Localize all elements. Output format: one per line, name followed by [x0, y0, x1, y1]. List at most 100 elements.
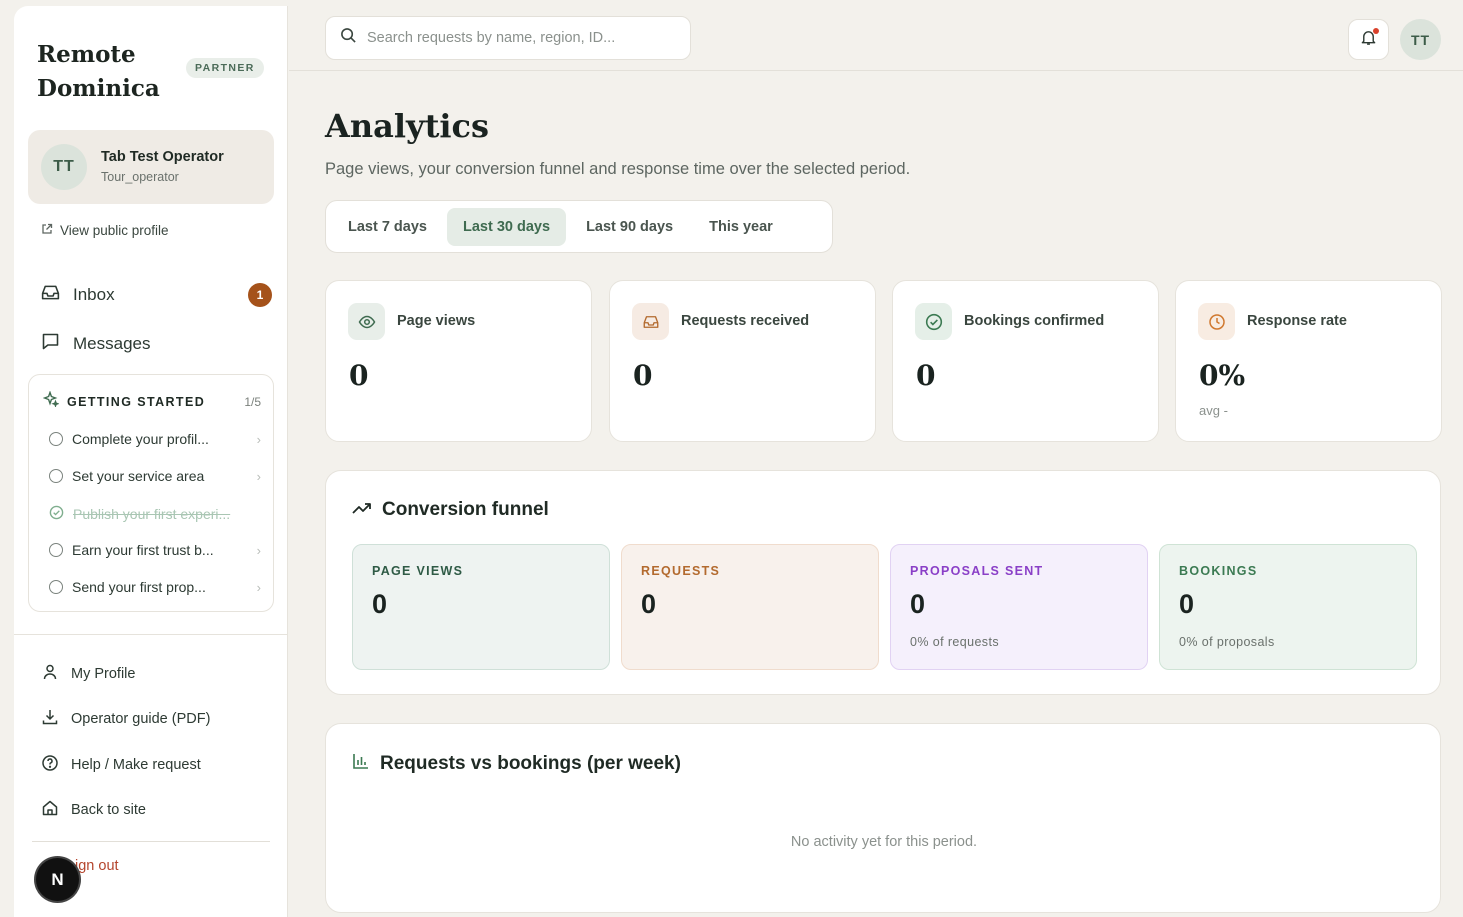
checklist-item-label: Earn your first trust b...	[72, 542, 214, 558]
empty-circle-icon	[49, 432, 63, 446]
getting-started-header[interactable]: GETTING STARTED 1/5	[42, 390, 261, 412]
funnel-value: 0	[910, 589, 926, 619]
funnel-note: 0% of requests	[910, 635, 999, 649]
search-box[interactable]	[325, 16, 691, 60]
empty-circle-icon	[49, 580, 63, 594]
sidebar-divider	[32, 841, 270, 842]
message-icon	[40, 331, 61, 357]
getting-started-checklist: GETTING STARTED 1/5 Complete your profil…	[28, 374, 274, 612]
sidebar-divider	[14, 634, 288, 635]
user-name: Tab Test Operator	[101, 149, 224, 165]
stat-value: 0	[349, 359, 369, 392]
avatar: TT	[41, 144, 87, 190]
funnel-label: PAGE VIEWS	[372, 564, 464, 578]
external-link-icon	[41, 223, 53, 238]
top-bar: TT	[289, 6, 1463, 71]
empty-circle-icon	[49, 469, 63, 483]
sidebar-item-my-profile[interactable]: My Profile	[41, 663, 135, 685]
help-circle-icon	[41, 754, 59, 776]
chevron-right-icon: ›	[256, 431, 261, 447]
funnel-value: 0	[1179, 589, 1195, 619]
stat-label: Bookings confirmed	[964, 313, 1105, 329]
chevron-right-icon: ›	[256, 579, 261, 595]
view-public-profile-link[interactable]: View public profile	[41, 223, 169, 238]
user-card[interactable]: TT Tab Test Operator Tour_operator	[28, 130, 274, 204]
tab-this-year[interactable]: This year	[693, 208, 789, 246]
brand-logo[interactable]: Remote Dominica	[37, 38, 160, 106]
conversion-funnel-panel: Conversion funnel PAGE VIEWS 0 REQUESTS …	[325, 470, 1441, 695]
stat-card-bookings-confirmed: Bookings confirmed 0	[892, 280, 1159, 442]
inbox-icon	[40, 282, 61, 308]
panel-title: Requests vs bookings (per week)	[352, 752, 681, 776]
user-icon	[41, 663, 59, 685]
inbox-icon	[632, 303, 669, 340]
search-icon	[340, 27, 357, 49]
stat-value: 0	[633, 359, 653, 392]
tab-last-90-days[interactable]: Last 90 days	[570, 208, 689, 246]
trending-up-icon	[352, 499, 372, 521]
sidebar-item-label: Messages	[73, 334, 151, 353]
checklist-item-trust-badge[interactable]: Earn your first trust b... ›	[49, 542, 261, 558]
empty-state-message: No activity yet for this period.	[790, 834, 978, 850]
stat-label: Requests received	[681, 313, 810, 329]
sidebar-item-back-to-site[interactable]: Back to site	[41, 799, 146, 821]
avatar[interactable]: TT	[1400, 19, 1441, 60]
bar-chart-icon	[352, 752, 370, 776]
partner-badge: PARTNER	[186, 58, 264, 78]
checklist-item-label: Send your first prop...	[72, 579, 206, 595]
check-circle-icon	[915, 303, 952, 340]
sidebar-item-label: Help / Make request	[71, 757, 201, 773]
download-icon	[41, 708, 59, 730]
brand-line-2: Dominica	[37, 75, 160, 102]
stat-label: Response rate	[1247, 313, 1347, 329]
tab-last-30-days[interactable]: Last 30 days	[447, 207, 567, 246]
checklist-item-service-area[interactable]: Set your service area ›	[49, 468, 261, 484]
sidebar-item-inbox[interactable]: Inbox 1	[40, 282, 272, 308]
funnel-label: PROPOSALS SENT	[910, 564, 1044, 578]
chevron-right-icon: ›	[256, 542, 261, 558]
sidebar-item-label: Back to site	[71, 802, 146, 818]
checklist-item-complete-profile[interactable]: Complete your profil... ›	[49, 431, 261, 447]
funnel-step-proposals-sent: PROPOSALS SENT 0 0% of requests	[890, 544, 1148, 670]
stat-subtext: avg -	[1199, 403, 1228, 418]
sidebar-item-label: Inbox	[73, 285, 115, 304]
page-title: Analytics	[325, 107, 490, 145]
home-icon	[41, 799, 59, 821]
search-input[interactable]	[367, 30, 667, 46]
sidebar: Remote Dominica PARTNER TT Tab Test Oper…	[14, 6, 288, 917]
sign-out-button[interactable]: ign out	[75, 858, 119, 874]
panel-title: Conversion funnel	[352, 499, 549, 521]
tab-last-7-days[interactable]: Last 7 days	[332, 208, 443, 246]
requests-vs-bookings-panel: Requests vs bookings (per week) No activ…	[325, 723, 1441, 913]
stat-value: 0	[916, 359, 936, 392]
empty-circle-icon	[49, 543, 63, 557]
checklist-item-label: Complete your profil...	[72, 431, 209, 447]
check-circle-icon	[49, 505, 64, 523]
funnel-label: BOOKINGS	[1179, 564, 1258, 578]
panel-title-text: Conversion funnel	[382, 499, 549, 520]
checklist-item-first-proposal[interactable]: Send your first prop... ›	[49, 579, 261, 595]
brand-line-1: Remote	[37, 41, 136, 68]
stat-value: 0%	[1199, 359, 1246, 392]
stat-label: Page views	[397, 313, 476, 329]
panel-title-text: Requests vs bookings (per week)	[380, 753, 681, 774]
sidebar-item-messages[interactable]: Messages	[40, 331, 272, 357]
checklist-item-publish-experience[interactable]: Publish your first experi...	[49, 505, 261, 523]
checklist-item-label: Set your service area	[72, 468, 205, 484]
floating-n-button[interactable]: N	[36, 858, 79, 901]
funnel-note: 0% of proposals	[1179, 635, 1275, 649]
stat-card-page-views: Page views 0	[325, 280, 592, 442]
inbox-count-badge: 1	[248, 283, 272, 307]
chevron-right-icon: ›	[256, 468, 261, 484]
funnel-label: REQUESTS	[641, 564, 721, 578]
funnel-step-page-views: PAGE VIEWS 0	[352, 544, 610, 670]
sidebar-item-help[interactable]: Help / Make request	[41, 754, 201, 776]
funnel-value: 0	[372, 589, 388, 619]
notifications-button[interactable]	[1348, 19, 1389, 60]
period-tabs: Last 7 days Last 30 days Last 90 days Th…	[325, 200, 833, 253]
eye-icon	[348, 303, 385, 340]
notification-dot	[1373, 28, 1379, 34]
sidebar-item-operator-guide[interactable]: Operator guide (PDF)	[41, 708, 210, 730]
funnel-value: 0	[641, 589, 657, 619]
sidebar-item-label: Operator guide (PDF)	[71, 711, 211, 727]
